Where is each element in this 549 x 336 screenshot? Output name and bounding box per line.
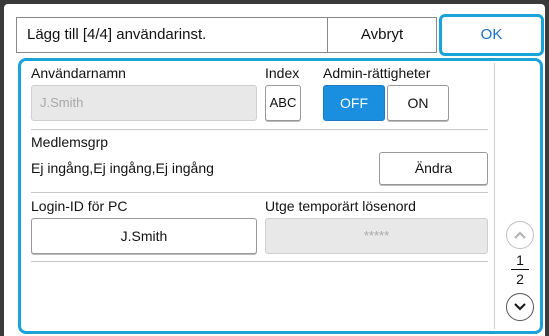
chevron-down-icon: [514, 303, 526, 311]
temp-password-label: Utge temporärt lösenord: [265, 198, 416, 214]
ok-button[interactable]: OK: [439, 14, 544, 56]
screen: Lägg till [4/4] användarinst. Avbryt OK …: [4, 4, 545, 336]
login-id-button[interactable]: J.Smith: [31, 218, 257, 254]
chevron-up-icon: [514, 231, 526, 239]
scroll-down-button[interactable]: [506, 293, 534, 321]
group-value: Ej ingång,Ej ingång,Ej ingång: [31, 160, 214, 176]
login-id-label: Login-ID för PC: [31, 198, 128, 214]
divider: [31, 129, 488, 130]
username-field: J.Smith: [31, 85, 257, 121]
temp-password-field: *****: [265, 218, 488, 254]
divider: [31, 192, 488, 193]
page-current: 1: [516, 252, 524, 268]
username-label: Användarnamn: [31, 65, 126, 81]
header-bar: Lägg till [4/4] användarinst. Avbryt OK: [16, 14, 544, 56]
index-label: Index: [265, 65, 300, 81]
change-group-button[interactable]: Ändra: [379, 152, 488, 185]
admin-off-toggle[interactable]: OFF: [323, 85, 385, 121]
settings-panel: Användarnamn J.Smith Index ABC Admin-rät…: [18, 58, 543, 334]
index-button[interactable]: ABC: [265, 85, 301, 121]
cancel-button[interactable]: Avbryt: [327, 17, 437, 53]
scroll-up-button[interactable]: [506, 221, 534, 249]
admin-label: Admin-rättigheter: [323, 65, 431, 81]
page-title: Lägg till [4/4] användarinst.: [16, 17, 328, 53]
group-label: Medlemsgrp: [31, 134, 109, 150]
divider: [31, 261, 488, 262]
page-total: 2: [516, 271, 524, 287]
admin-on-toggle[interactable]: ON: [387, 85, 449, 121]
page-fraction-line: [511, 269, 529, 270]
scroll-divider: [494, 63, 495, 329]
